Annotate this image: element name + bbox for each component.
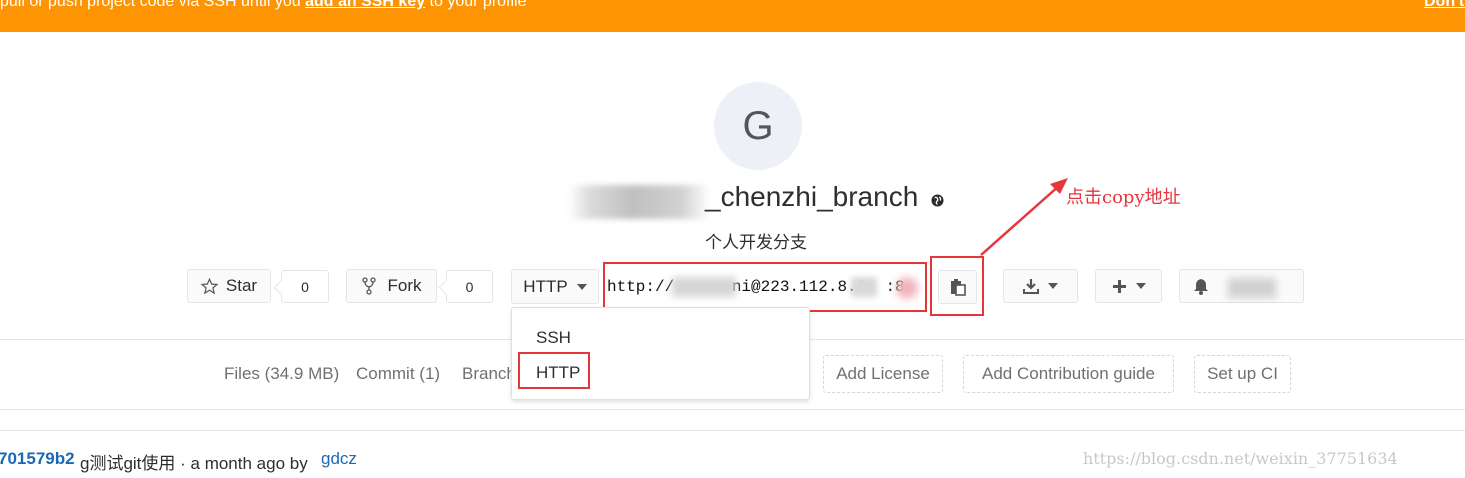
annotation-text: 点击copy地址: [1066, 187, 1181, 208]
watermark: https://blog.csdn.net/weixin_37751634: [1083, 449, 1398, 468]
annotation-arrow: [980, 178, 1068, 256]
